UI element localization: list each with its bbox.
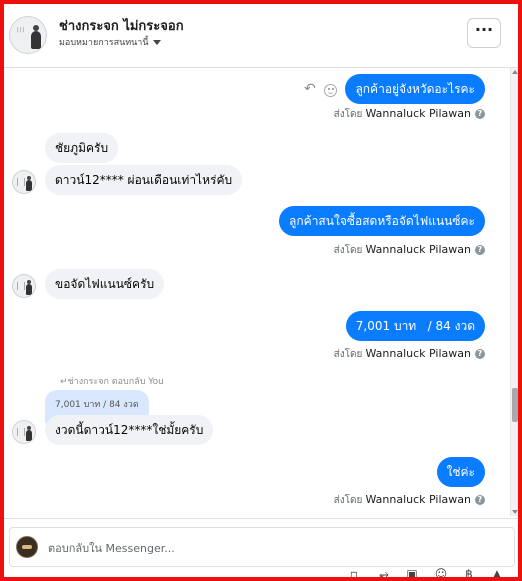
message-bubble-incoming[interactable]: ขอจัดไฟแนนซ์ครับ bbox=[45, 269, 165, 299]
page-avatar[interactable]: | | | bbox=[9, 16, 47, 54]
thread-scrollbar[interactable] bbox=[510, 68, 518, 516]
sender-name: Wannaluck Pilawan bbox=[365, 493, 472, 506]
info-icon[interactable]: ? bbox=[475, 495, 485, 505]
sender-name: Wannaluck Pilawan bbox=[365, 347, 472, 360]
message-bubble-outgoing[interactable]: ลูกค้าสนใจซื้อสดหรือจัดไฟแนนซ์คะ bbox=[279, 206, 485, 236]
page-avatar-small bbox=[16, 536, 38, 558]
customer-avatar[interactable] bbox=[12, 420, 36, 444]
reply-context-label: ↵ช่างกระจก ตอบกลับ You bbox=[60, 377, 164, 387]
reply-placeholder: ตอบกลับใน Messenger... bbox=[48, 542, 175, 555]
message-bubble-incoming[interactable]: ดาวน์12**** ผ่อนเดือนเท่าไหร่คับ bbox=[45, 165, 243, 195]
react-icon[interactable] bbox=[324, 84, 337, 97]
sent-by-label: ส่งโดย Wannaluck Pilawan? bbox=[334, 107, 485, 122]
sender-name: Wannaluck Pilawan bbox=[365, 107, 472, 120]
conversation-header: | | | ช่างกระจก ไม่กระจอก มอบหมายการสนทน… bbox=[4, 4, 518, 68]
assign-conversation-dropdown[interactable]: มอบหมายการสนทนานี้ bbox=[59, 35, 161, 49]
message-bubble-incoming[interactable]: ชัยภูมิครับ bbox=[45, 133, 119, 163]
frame-bottom-edge bbox=[0, 577, 522, 581]
scroll-thumb[interactable] bbox=[512, 388, 518, 422]
sender-name: Wannaluck Pilawan bbox=[365, 243, 472, 256]
reply-icon[interactable]: ↶ bbox=[304, 81, 316, 97]
sent-by-label: ส่งโดย Wannaluck Pilawan? bbox=[334, 493, 485, 508]
message-composer: ตอบกลับใน Messenger... ▫ ⥵ ▣ ☺ ฿ ▲ bbox=[4, 518, 518, 581]
customer-avatar[interactable] bbox=[12, 170, 36, 194]
customer-avatar[interactable] bbox=[12, 274, 36, 298]
info-icon[interactable]: ? bbox=[475, 245, 485, 255]
reply-input[interactable]: ตอบกลับใน Messenger... bbox=[9, 527, 515, 567]
info-icon[interactable]: ? bbox=[475, 349, 485, 359]
message-bubble-outgoing[interactable]: ลูกค้าอยู่จังหวัดอะไรคะ bbox=[345, 74, 485, 104]
assign-label: มอบหมายการสนทนานี้ bbox=[59, 38, 149, 48]
scroll-down-icon[interactable] bbox=[512, 510, 518, 514]
message-bubble-outgoing[interactable]: 7,001 บาท / 84 งวด bbox=[345, 311, 485, 341]
sent-by-label: ส่งโดย Wannaluck Pilawan? bbox=[334, 347, 485, 362]
message-bubble-outgoing[interactable]: ใช่ค่ะ bbox=[436, 457, 485, 487]
message-thread: ↶ ลูกค้าอยู่จังหวัดอะไรคะ ส่งโดย Wannalu… bbox=[4, 68, 510, 516]
message-bubble-incoming[interactable]: งวดนี้ดาวน์12****ใช่มั้ยครับ bbox=[45, 415, 214, 445]
scroll-up-icon[interactable] bbox=[512, 70, 518, 74]
more-options-button[interactable]: ··· bbox=[467, 18, 501, 48]
page-name[interactable]: ช่างกระจก ไม่กระจอก bbox=[59, 15, 184, 36]
caret-down-icon bbox=[152, 40, 161, 45]
info-icon[interactable]: ? bbox=[475, 109, 485, 119]
sent-by-label: ส่งโดย Wannaluck Pilawan? bbox=[334, 243, 485, 258]
